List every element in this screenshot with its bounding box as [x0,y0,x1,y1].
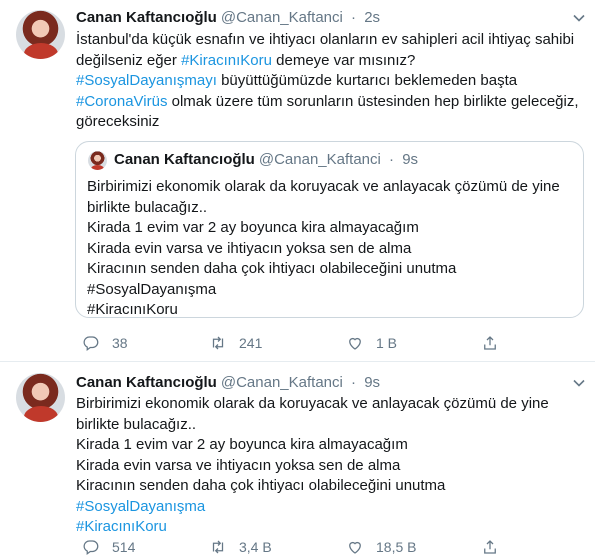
text-segment: Birbirimizi ekonomik olarak da koruyacak… [76,395,549,412]
chevron-down-icon[interactable] [571,10,587,26]
quoted-text-line: Birbirimizi ekonomik olarak da koruyacak… [87,178,560,195]
quoted-text-line: Kirada 1 evim var 2 ay boyunca kira alma… [87,219,419,236]
retweet-button[interactable]: 3,4 B [209,537,272,557]
tweet-text-line: değilseniz eğer #KiracınıKoru demeye var… [76,51,579,72]
tweet-text-line: birlikte bulacağız.. [76,415,549,436]
author-handle[interactable]: @Canan_Kaftanci [221,374,343,391]
hashtag-link[interactable]: #KiracınıKoru [181,52,272,69]
like-button[interactable]: 18,5 B [346,537,416,557]
tweet-text-line: Kirada evin varsa ve ihtiyacın yoksa sen… [76,456,549,477]
author-handle: @Canan_Kaftanci [258,151,381,168]
share-icon [484,540,496,554]
text-segment: göreceksiniz [76,113,160,130]
text-segment: Kirada 1 evim var 2 ay boyunca kira alma… [76,436,408,453]
reply-button[interactable]: 38 [82,333,128,353]
quoted-text-line: Kirada evin varsa ve ihtiyacın yoksa sen… [87,239,412,257]
quoted-text-line: #SosyalDayanışma [87,280,217,298]
like-count: 1 B [376,335,398,351]
tweet-text-line: #SosyalDayanışma [76,497,549,518]
quoted-tweet[interactable]: Canan Kaftancıoğlu @Canan_Kaftanci · 9s B… [75,141,584,318]
text-segment: Kirada evin varsa ve ihtiyacın yoksa sen… [76,456,401,474]
tweet-text-line: #SosyalDayanışmayı büyüttüğümüzde kurtar… [76,71,579,92]
tweet-header: Canan Kaftancıoğlu @Canan_Kaftanci · 2s [76,9,380,26]
tweet-text-line: Birbirimizi ekonomik olarak da koruyacak… [76,394,549,415]
hashtag-link[interactable]: #SosyalDayanışma [76,498,205,515]
like-count: 18,5 B [376,539,417,555]
text-segment: demeye var mısınız? [271,51,416,69]
like-button[interactable]: 1 B [346,333,397,353]
tweet-text-line: Kiracının senden daha çok ihtiyacı olabi… [76,476,549,497]
separator: · [389,151,395,168]
tweet-time[interactable]: 2s [364,9,380,26]
quoted-text-line: birlikte bulacağız.. [87,198,208,216]
hashtag-link[interactable]: #SosyalDayanışmayı [76,72,217,89]
retweet-count: 3,4 B [239,539,272,555]
tweet-text: Birbirimizi ekonomik olarak da koruyacak… [76,394,549,538]
hashtag-link[interactable]: #CoronaVirüs [76,93,167,110]
tweet-text: İstanbul'da küçük esnafın ve ihtiyacı ol… [76,30,579,133]
tweet-text-line: İstanbul'da küçük esnafın ve ihtiyacı ol… [76,30,579,51]
tweet[interactable]: Canan Kaftancıoğlu @Canan_Kaftanci · 9s B… [0,363,595,558]
tweet-text-line: #CoronaVirüs olmak üzere tüm sorunların … [76,92,579,113]
retweet-icon [212,540,224,554]
avatar[interactable] [16,373,65,422]
tweet-time: 9s [402,151,419,168]
reply-icon [83,336,99,352]
reply-count: 38 [112,335,128,351]
author-name: Canan Kaftancıoğlu [114,151,255,168]
tweet-header: Canan Kaftancıoğlu @Canan_Kaftanci · 9s [76,374,380,391]
text-segment: büyüttüğümüzde kurtarıcı beklemeden başt… [216,72,518,89]
share-icon [484,336,496,350]
like-icon [349,541,361,554]
quoted-tweet-text: Birbirimizi ekonomik olarak da koruyacak… [87,177,560,321]
quoted-text-line: #KiracınıKoru [87,301,178,318]
tweet-text-line: Kirada 1 evim var 2 ay boyunca kira alma… [76,435,549,456]
like-icon [349,337,361,350]
author-handle[interactable]: @Canan_Kaftanci [221,9,343,26]
text-segment: olmak üzere tüm sorunların üstesinden he… [167,92,579,110]
tweet-time[interactable]: 9s [364,374,380,391]
retweet-button[interactable]: 241 [209,333,262,353]
author-name[interactable]: Canan Kaftancıoğlu [76,9,217,26]
retweet-icon [212,336,224,350]
tweet-actions: 38 241 1 B [76,333,586,353]
avatar [88,151,107,170]
author-name[interactable]: Canan Kaftancıoğlu [76,374,217,391]
avatar[interactable] [16,10,65,59]
text-segment: Kiracının senden daha çok ihtiyacı olabi… [76,477,446,494]
retweet-count: 241 [239,335,263,351]
hashtag-link[interactable]: #KiracınıKoru [76,518,167,535]
quoted-text-line: Kiracının senden daha çok ihtiyacı olabi… [87,260,457,277]
text-segment: değilseniz eğer [76,51,182,69]
share-button[interactable] [481,537,511,557]
tweet-text-line: #KiracınıKoru [76,517,549,538]
reply-button[interactable]: 514 [82,537,135,557]
quoted-tweet-header: Canan Kaftancıoğlu @Canan_Kaftanci · 9s [114,151,418,168]
chevron-down-icon[interactable] [571,375,587,391]
reply-count: 514 [112,539,136,555]
text-segment: İstanbul'da küçük esnafın ve ihtiyacı ol… [76,31,575,48]
tweet-text-line: göreceksiniz [76,112,579,133]
text-segment: birlikte bulacağız.. [76,415,197,433]
separator: · [351,9,357,26]
reply-icon [83,540,99,556]
separator: · [351,374,357,391]
tweet-actions: 514 3,4 B 18,5 B [76,537,586,557]
tweet[interactable]: Canan Kaftancıoğlu @Canan_Kaftanci · 2s İ… [0,0,595,362]
share-button[interactable] [481,333,511,353]
